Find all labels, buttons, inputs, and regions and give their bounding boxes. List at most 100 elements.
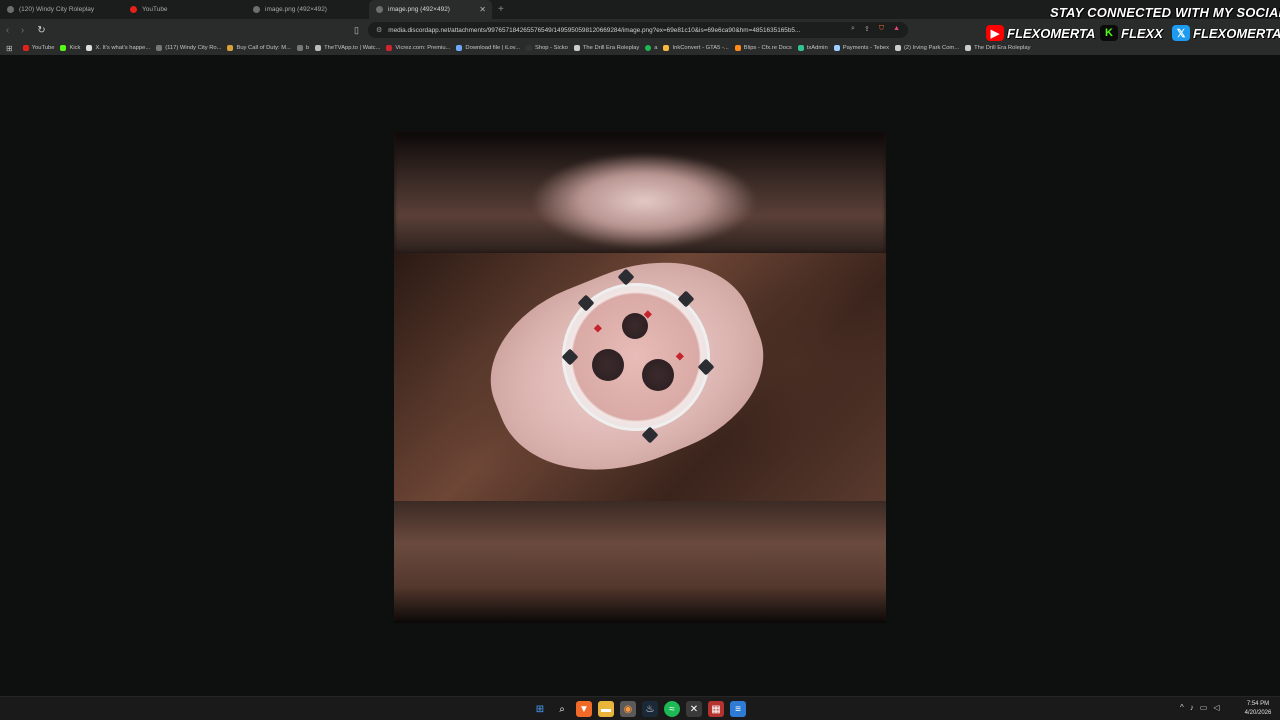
bookmark-cfx-blips[interactable]: Blips - Cfx.re Docs (734, 45, 792, 51)
apps-grid-icon[interactable]: ⊞ (6, 44, 13, 53)
bookmark-call-of-duty[interactable]: Buy Call of Duty: M... (227, 45, 291, 51)
search-icon[interactable]: ⌕ (554, 701, 570, 717)
discord-icon (895, 45, 901, 51)
taskbar-pinned-apps: ⊞ ⌕ ▼ ▬ ◉ ♨ ≈ ✕ ▦ ≡ (532, 701, 746, 717)
bookmark-txadmin[interactable]: txAdmin (797, 45, 828, 51)
youtube-icon (130, 6, 137, 13)
site-info-icon[interactable]: ⚙ (376, 26, 382, 34)
bookmark-label: Blips - Cfx.re Docs (743, 45, 792, 51)
youtube-icon (22, 45, 29, 51)
clock-date: 4/20/2026 (1244, 710, 1272, 716)
bookmark-label: Vicrez.com: Premiu... (395, 45, 451, 51)
notepad-icon[interactable]: ≡ (730, 701, 746, 717)
vicrez-icon (386, 45, 393, 51)
bookmark-tebex[interactable]: Payments - Tebex (833, 45, 889, 51)
tab-image-active[interactable]: image.png (492×492) ✕ (369, 0, 492, 19)
social-kick: K FLEXX (1100, 25, 1163, 41)
bookmark-drill-era[interactable]: The Drill Era Roleplay (573, 45, 640, 51)
bookmark-irving-park[interactable]: (2) Irving Park Com... (895, 45, 959, 51)
bookmark-label: b (305, 45, 310, 51)
back-icon[interactable]: ‹ (0, 25, 15, 36)
globe-icon (376, 6, 383, 13)
address-bar-actions: ⌕ ⇪ ⛉ ▲ (851, 25, 900, 33)
social-youtube: ▶ FLEXOMERTA (986, 25, 1095, 41)
bookmark-ilovepdf[interactable]: Download file | iLov... (456, 45, 520, 51)
brave-browser-icon[interactable]: ▼ (576, 701, 592, 717)
globe-icon (7, 6, 14, 13)
microphone-icon[interactable]: ♪ (1190, 703, 1194, 712)
watch-photo: ◆ ◆ ◆ (394, 229, 886, 507)
socials-overlay: STAY CONNECTED WITH MY SOCIALS ▶ FLEXOME… (984, 0, 1280, 48)
steam-icon[interactable]: ♨ (642, 701, 658, 717)
game-launcher-icon[interactable]: ▦ (708, 701, 724, 717)
bookmark-youtube[interactable]: YouTube (22, 45, 54, 51)
bookmark-thetvapp[interactable]: TheTVApp.to | Watc... (315, 45, 380, 51)
displayed-image[interactable]: ◆ ◆ ◆ (394, 131, 886, 623)
social-handle: FLEXX (1121, 25, 1163, 41)
zoom-icon[interactable]: ⌕ (851, 25, 855, 33)
share-icon[interactable]: ⇪ (864, 25, 870, 33)
windows-taskbar: ⊞ ⌕ ▼ ▬ ◉ ♨ ≈ ✕ ▦ ≡ ^ ♪ ▭ ◁ 7:54 PM 4/20… (0, 696, 1280, 720)
bookmark-label: (2) Irving Park Com... (904, 45, 960, 51)
txadmin-icon (797, 45, 804, 51)
kick-icon (60, 45, 67, 51)
x-icon (86, 45, 93, 51)
shop-icon (525, 45, 532, 51)
forward-icon[interactable]: › (15, 25, 30, 36)
inkconvert-icon (663, 45, 670, 51)
bookmark-windy-city[interactable]: (117) Windy City Ro... (156, 45, 221, 51)
bookmark-label: Kick (69, 45, 81, 51)
screen: (120) Windy City Roleplay YouTube image.… (0, 0, 1280, 720)
chevron-up-icon[interactable]: ^ (1180, 703, 1184, 712)
file-explorer-icon[interactable]: ▬ (598, 701, 614, 717)
bookmark-sicko[interactable]: Shop - Sicko (525, 45, 568, 51)
url-text: media.discordapp.net/attachments/9976571… (388, 26, 801, 34)
globe-icon (296, 45, 303, 51)
bookmark-label: TheTVApp.to | Watc... (324, 45, 381, 51)
tab-title: YouTube (142, 6, 168, 13)
tab-image-1[interactable]: image.png (492×492) (246, 0, 369, 19)
globe-icon (156, 45, 163, 51)
network-icon[interactable]: ▭ (1200, 703, 1208, 712)
bookmark-b[interactable]: b (296, 45, 310, 51)
spotify-icon[interactable]: ≈ (664, 701, 680, 717)
bookmark-label: Buy Call of Duty: M... (236, 45, 291, 51)
image-blurred-bottom (394, 501, 886, 623)
bookmark-vicrez[interactable]: Vicrez.com: Premiu... (386, 45, 450, 51)
bookmark-page-icon[interactable]: ▯ (354, 25, 359, 36)
dial-marker: ◆ (594, 323, 602, 334)
bookmark-label: Payments - Tebex (842, 45, 889, 51)
bookmark-a[interactable]: a (645, 45, 657, 51)
new-tab-button[interactable]: + (498, 4, 504, 15)
watch-subdial (642, 359, 674, 391)
taskbar-clock[interactable]: 7:54 PM 4/20/2026 (1238, 700, 1278, 718)
brave-nightly-icon[interactable]: ◉ (620, 701, 636, 717)
bookmark-label: (117) Windy City Ro... (165, 45, 222, 51)
xbox-icon[interactable]: ✕ (686, 701, 702, 717)
dial-marker: ◆ (676, 351, 684, 362)
bookmark-inkconvert[interactable]: InkConvert - GTA5 -... (663, 45, 729, 51)
brave-rewards-icon[interactable]: ▲ (893, 25, 900, 33)
watch-subdial (592, 349, 624, 381)
youtube-icon: ▶ (986, 25, 1004, 41)
tab-youtube[interactable]: YouTube (123, 0, 246, 19)
tebex-icon (833, 45, 840, 51)
brave-shields-icon[interactable]: ⛉ (879, 25, 884, 33)
bookmark-label: Shop - Sicko (534, 45, 568, 51)
tab-windy-city[interactable]: (120) Windy City Roleplay (0, 0, 123, 19)
reload-icon[interactable]: ↻ (34, 25, 49, 36)
spotify-icon (645, 45, 652, 51)
windows-start-icon[interactable]: ⊞ (532, 701, 548, 717)
close-tab-icon[interactable]: ✕ (479, 5, 486, 14)
bookmark-x[interactable]: X. It's what's happe... (86, 45, 150, 51)
bookmark-kick[interactable]: Kick (60, 45, 80, 51)
social-handle: FLEXOMERTA (1193, 25, 1280, 41)
bookmark-label: InkConvert - GTA5 -... (672, 45, 729, 51)
address-bar[interactable]: ⚙ media.discordapp.net/attachments/99765… (368, 22, 908, 38)
bookmark-label: The Drill Era Roleplay (582, 45, 640, 51)
cfx-icon (734, 45, 741, 51)
tv-icon (315, 45, 322, 51)
volume-icon[interactable]: ◁ (1213, 703, 1219, 712)
bookmark-label: Download file | iLov... (465, 45, 520, 51)
bookmark-label: a (654, 45, 658, 51)
